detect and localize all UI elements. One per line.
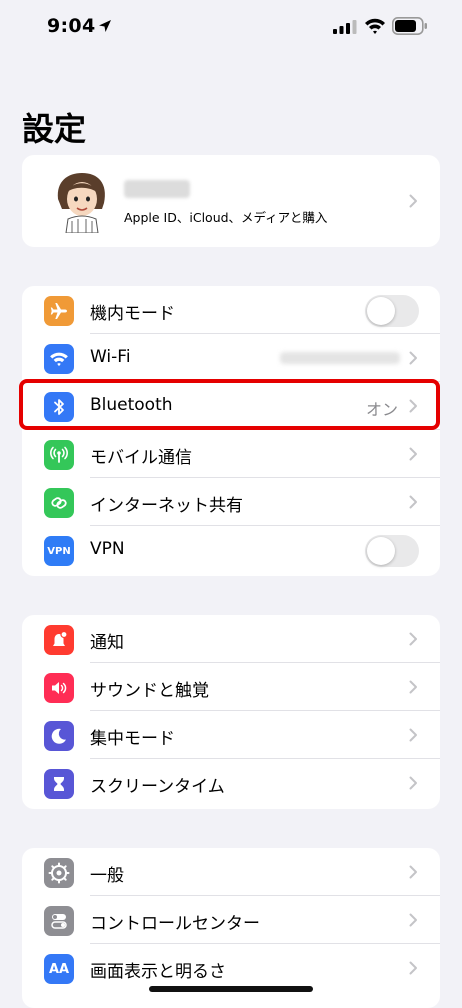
location-arrow-icon [99,20,111,32]
wifi-label: Wi-Fi [90,347,131,367]
chevron-right-icon [409,351,417,365]
page-title: 設定 [22,110,87,148]
chevron-right-icon [409,865,417,879]
row-personal-hotspot[interactable]: インターネット共有 [22,478,440,526]
connectivity-group: 機内モード Wi-Fi Bluetooth オン モバイル通信 インターネット共… [22,286,440,576]
row-general[interactable]: 一般 [22,848,440,896]
notification-bell-icon [44,625,74,655]
general-label: 一般 [90,866,124,886]
wifi-status-icon [365,18,385,34]
chevron-right-icon [409,776,417,790]
row-wifi[interactable]: Wi-Fi [22,334,440,382]
vpn-label: VPN [90,539,125,559]
avatar [57,173,105,233]
vpn-icon: VPN [44,536,74,566]
account-name-redacted [124,180,190,198]
clock: 9:04 [47,15,96,37]
chevron-right-icon [409,728,417,742]
home-indicator [149,986,313,992]
bluetooth-highlight-box [19,379,440,430]
chevron-right-icon [409,961,417,975]
row-display-brightness[interactable]: AA 画面表示と明るさ [22,944,440,992]
vpn-toggle[interactable] [365,535,419,567]
airplane-mode-toggle[interactable] [365,295,419,327]
focus-label: 集中モード [90,729,175,749]
row-sounds-haptics[interactable]: サウンドと触覚 [22,663,440,711]
display-label: 画面表示と明るさ [90,962,226,982]
notifications-label: 通知 [90,633,124,653]
hourglass-icon [44,769,74,799]
row-vpn[interactable]: VPN VPN [22,526,440,574]
speaker-icon [44,673,74,703]
chevron-right-icon [409,913,417,927]
hotspot-label: インターネット共有 [90,496,243,516]
toggles-icon [44,906,74,936]
hotspot-link-icon [44,488,74,518]
cellular-signal-icon [333,20,357,34]
moon-icon [44,721,74,751]
row-focus[interactable]: 集中モード [22,711,440,759]
status-bar: 9:04 [0,0,462,56]
chevron-right-icon [409,194,417,208]
wifi-network-name-redacted [280,352,400,364]
chevron-right-icon [409,632,417,646]
general-group: 一般 コントロールセンター AA 画面表示と明るさ [22,848,440,1008]
apple-id-card[interactable]: Apple ID、iCloud、メディアと購入 [22,155,440,247]
control-center-label: コントロールセンター [90,914,260,934]
chevron-right-icon [409,447,417,461]
row-screen-time[interactable]: スクリーンタイム [22,759,440,807]
sounds-label: サウンドと触覚 [90,681,209,701]
row-cellular[interactable]: モバイル通信 [22,430,440,478]
chevron-right-icon [409,680,417,694]
row-notifications[interactable]: 通知 [22,615,440,663]
antenna-icon [44,440,74,470]
wifi-icon [44,344,74,374]
row-control-center[interactable]: コントロールセンター [22,896,440,944]
airplane-mode-label: 機内モード [90,304,175,324]
notifications-group: 通知 サウンドと触覚 集中モード スクリーンタイム [22,615,440,809]
chevron-right-icon [409,495,417,509]
cellular-label: モバイル通信 [90,448,192,468]
row-airplane-mode[interactable]: 機内モード [22,286,440,334]
text-size-icon: AA [44,954,74,984]
airplane-icon [44,296,74,326]
screen-time-label: スクリーンタイム [90,777,225,797]
gear-icon [44,858,74,888]
apple-id-subtitle: Apple ID、iCloud、メディアと購入 [124,210,328,225]
battery-icon [392,17,427,35]
